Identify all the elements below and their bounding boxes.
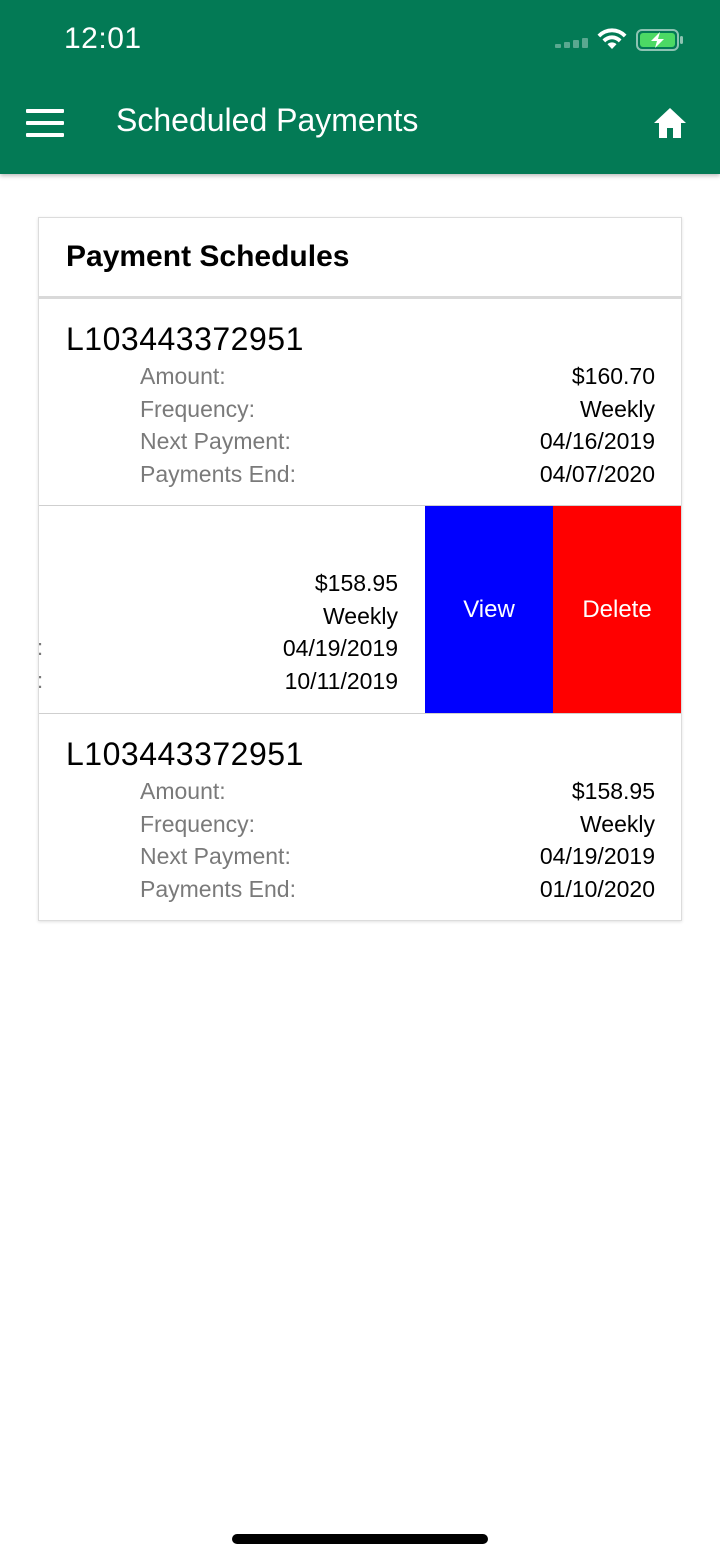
frequency-label: Frequency: bbox=[140, 811, 256, 837]
payments-end-label-colon: : bbox=[39, 668, 43, 694]
frequency-value: Weekly bbox=[323, 603, 398, 629]
payments-end-label: Payments End: bbox=[140, 461, 296, 487]
delete-button[interactable]: Delete bbox=[553, 506, 681, 713]
loan-id: L103443372951 bbox=[66, 736, 304, 772]
next-payment-value: 04/19/2019 bbox=[282, 635, 398, 661]
next-payment-label-colon: : bbox=[39, 635, 43, 661]
payments-end-value: 04/07/2020 bbox=[539, 461, 655, 487]
status-time: 12:01 bbox=[64, 22, 142, 55]
frequency-label: Frequency: bbox=[140, 396, 256, 422]
amount-value: $158.95 bbox=[571, 778, 655, 804]
amount-label: Amount: bbox=[140, 363, 226, 389]
card-title: Payment Schedules bbox=[66, 240, 350, 273]
payments-end-value: 01/10/2020 bbox=[539, 876, 655, 902]
next-payment-value: 04/19/2019 bbox=[539, 843, 655, 869]
frequency-value: Weekly bbox=[580, 396, 655, 422]
amount-value: $160.70 bbox=[571, 363, 655, 389]
card-header: Payment Schedules bbox=[39, 218, 681, 299]
loan-id: L103443372951 bbox=[66, 321, 304, 357]
battery-charging-icon bbox=[636, 29, 683, 51]
amount-value: $158.95 bbox=[314, 570, 398, 596]
cellular-signal-icon bbox=[555, 36, 591, 48]
list-item[interactable]: L103443372951 Amount: Frequency: Next Pa… bbox=[39, 299, 681, 506]
frequency-value: Weekly bbox=[580, 811, 655, 837]
page-title: Scheduled Payments bbox=[116, 102, 419, 138]
payment-schedules-card: Payment Schedules L103443372951 Amount: … bbox=[38, 217, 682, 921]
next-payment-label: Next Payment: bbox=[140, 428, 291, 454]
payments-end-value: 10/11/2019 bbox=[284, 668, 398, 694]
list-item[interactable]: L103443372951 Amount: Frequency: Next Pa… bbox=[39, 714, 681, 920]
wifi-icon bbox=[597, 28, 627, 49]
home-indicator[interactable] bbox=[232, 1534, 488, 1544]
menu-icon[interactable] bbox=[24, 106, 66, 140]
app-bar: 12:01 Scheduled Payments bbox=[0, 0, 720, 174]
view-button[interactable]: View bbox=[425, 506, 553, 713]
payments-end-label: Payments End: bbox=[140, 876, 296, 902]
amount-label: Amount: bbox=[140, 778, 226, 804]
list-item-swiped[interactable]: : : $158.95 Weekly 04/19/2019 10/11/2019… bbox=[39, 506, 681, 714]
home-icon[interactable] bbox=[650, 104, 690, 142]
next-payment-label: Next Payment: bbox=[140, 843, 291, 869]
next-payment-value: 04/16/2019 bbox=[539, 428, 655, 454]
